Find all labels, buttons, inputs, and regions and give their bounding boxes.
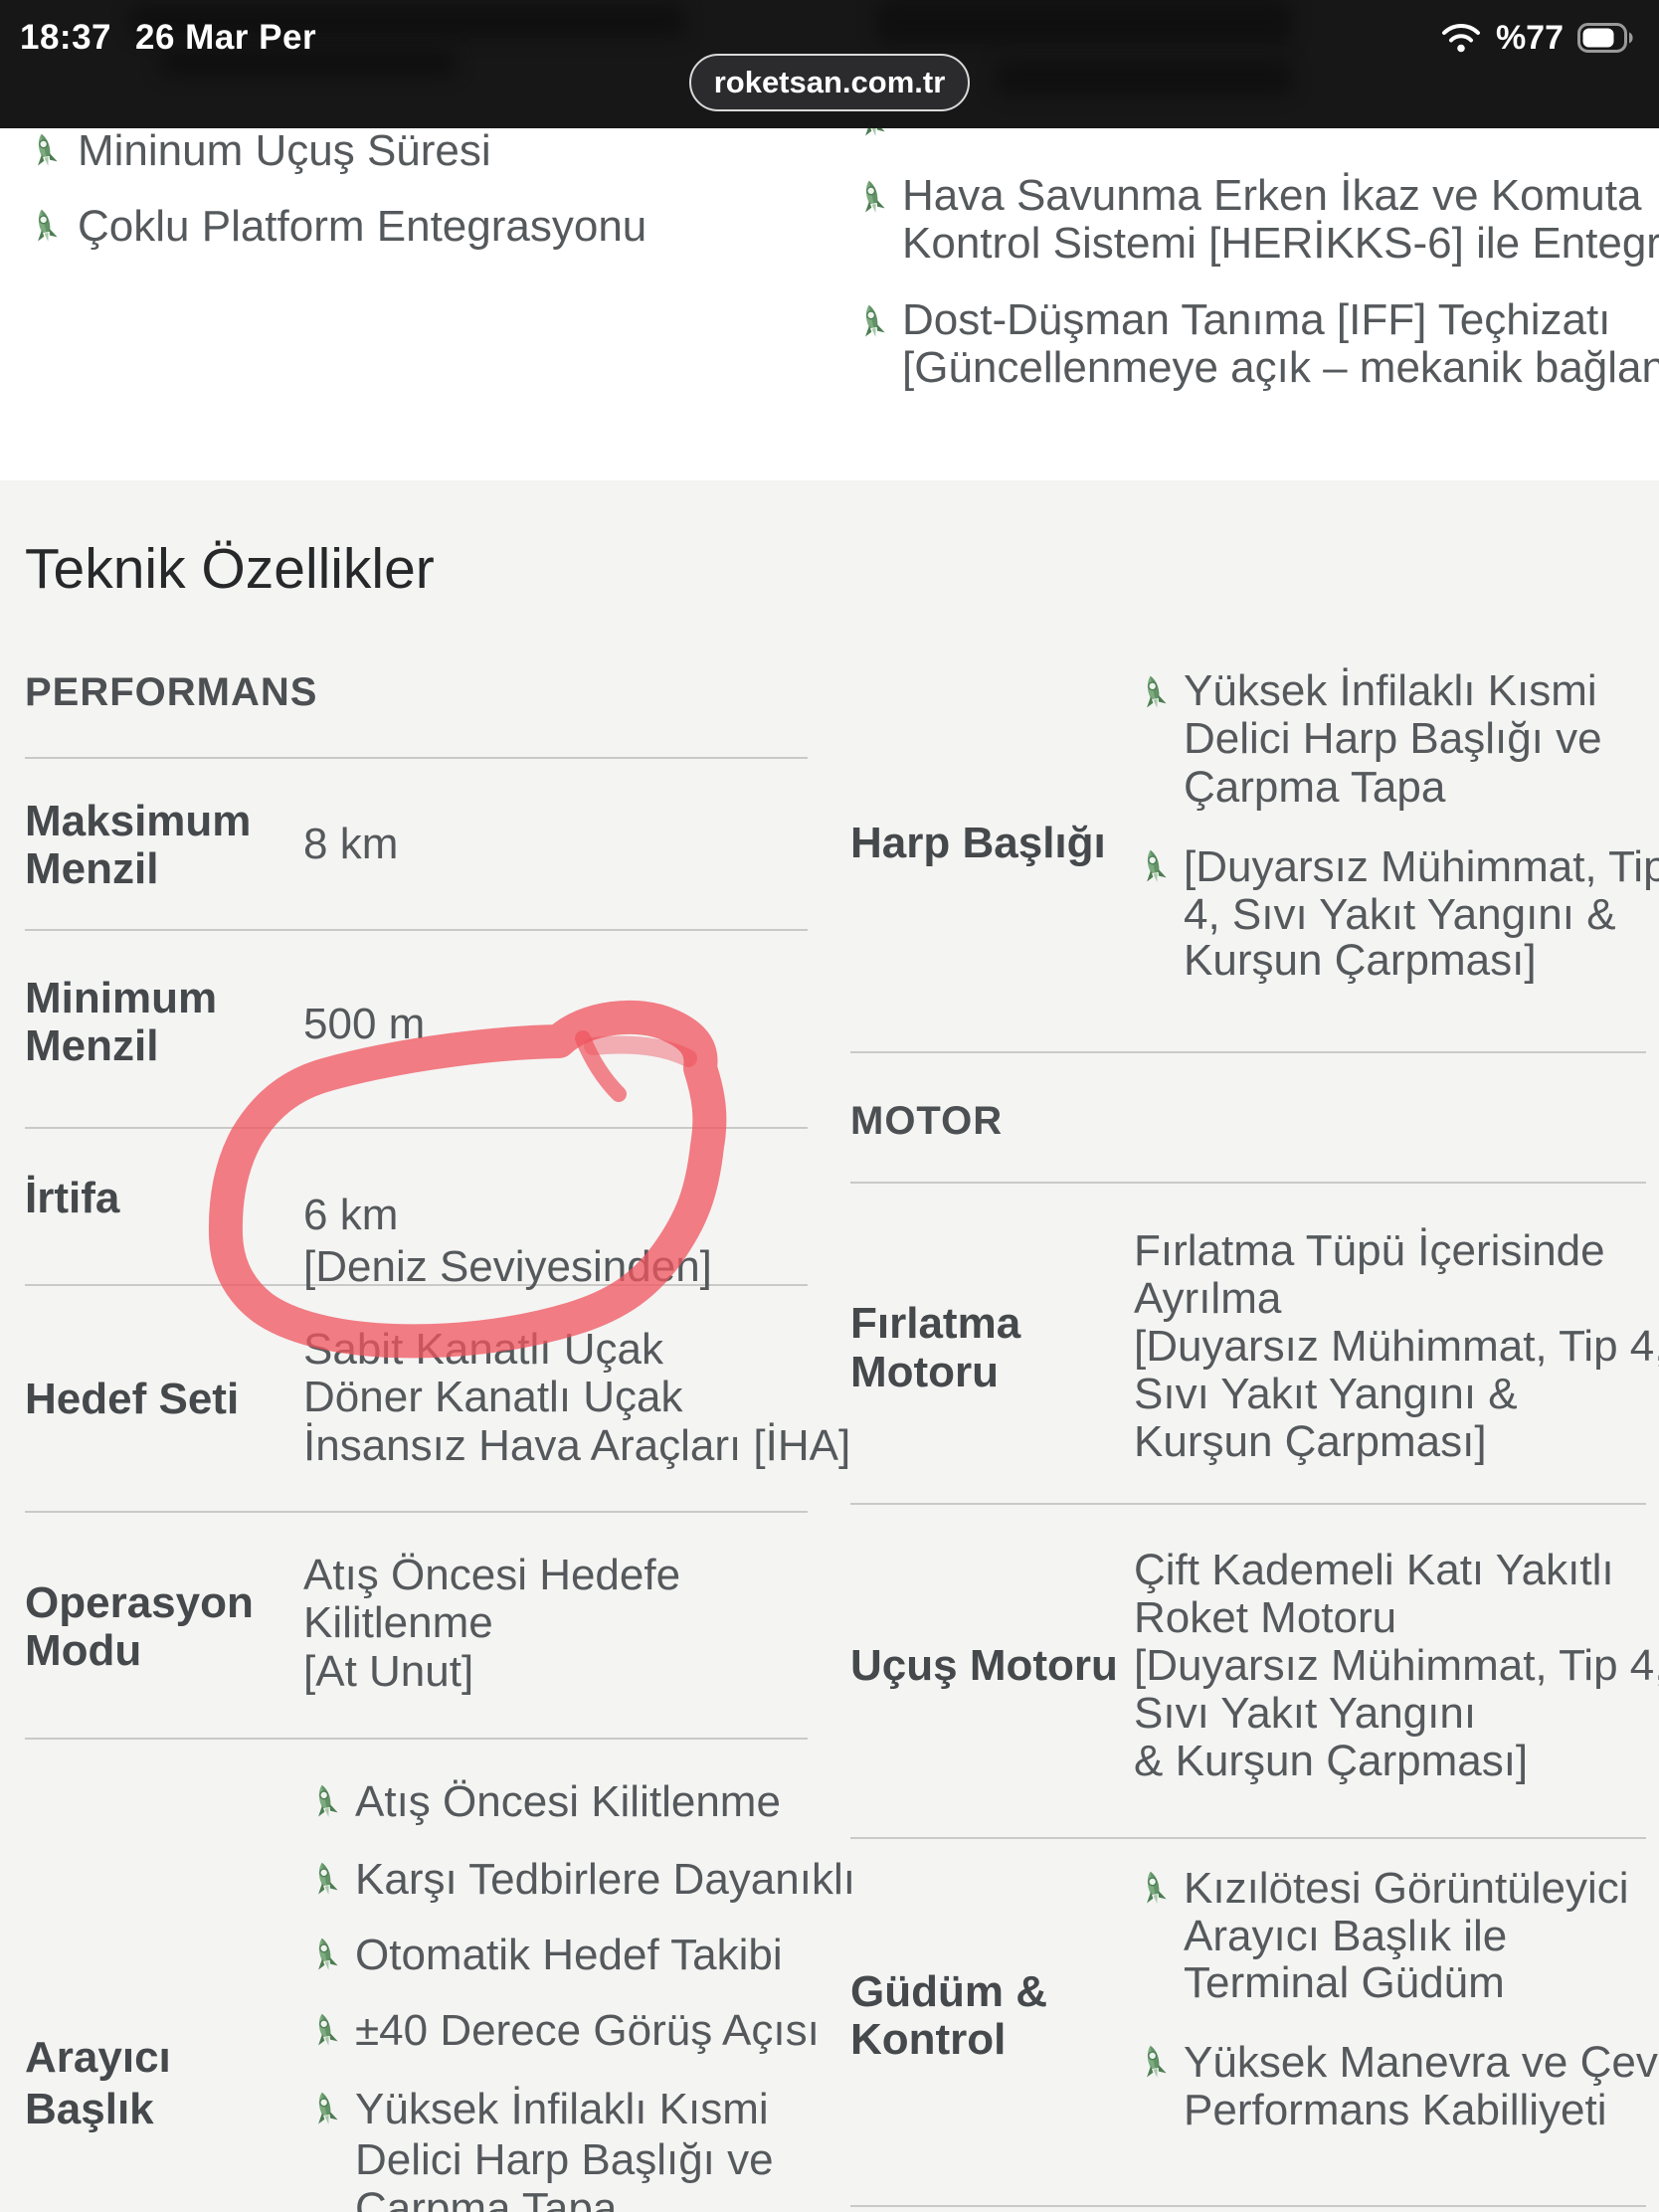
spec-label: Arayıcı [25, 2034, 171, 2082]
spec-value: [Deniz Seviyesinden] [303, 1243, 712, 1291]
divider [850, 1837, 1646, 1839]
spec-value: 8 km [303, 821, 398, 868]
spec-label: Kontrol [850, 2016, 1006, 2064]
wifi-icon [1440, 22, 1482, 54]
spec-value: Kurşun Çarpması] [1134, 1418, 1487, 1466]
spec-value: Döner Kanatlı Uçak [303, 1374, 683, 1421]
rocket-icon [30, 205, 60, 247]
spec-bullet: ±40 Derece Görüş Açısı [355, 2007, 820, 2055]
spec-label: Operasyon [25, 1579, 254, 1627]
spec-bullet-line: Yüksek İnfilaklı Kısmi [355, 2086, 769, 2133]
spec-value: [Duyarsız Mühimmat, Tip 4, [1134, 1642, 1659, 1690]
rocket-icon [1139, 1867, 1169, 1909]
feature-item-line: Kontrol Sistemi [HERİKKS-6] ile Entegre [902, 220, 1659, 268]
spec-value: [Duyarsız Mühimmat, Tip 4, [1134, 1323, 1659, 1371]
feature-item-line: Dost-Düşman Tanıma [IFF] Teçhizatı [902, 296, 1610, 344]
rocket-icon [310, 2088, 340, 2129]
divider [850, 2205, 1646, 2207]
spec-value: Çift Kademeli Katı Yakıtlı [1134, 1547, 1614, 1594]
spec-bullet-line: 4, Sıvı Yakıt Yangını & [1184, 891, 1616, 939]
divider [25, 929, 808, 931]
time-text: 18:37 [20, 18, 111, 57]
spec-bullet-line: Delici Harp Başlığı ve [1184, 715, 1602, 763]
rocket-icon [1139, 671, 1169, 713]
spec-bullet-line: Delici Harp Başlığı ve [355, 2136, 774, 2184]
rocket-icon [857, 300, 887, 342]
rocket-icon [310, 1934, 340, 1975]
divider [850, 1182, 1646, 1184]
spec-label: Menzil [25, 845, 158, 893]
spec-value: Sıvı Yakıt Yangını & [1134, 1371, 1518, 1418]
spec-value: 500 m [303, 1001, 425, 1048]
spec-label: Harp Başlığı [850, 820, 1106, 867]
spec-label: Minimum [25, 975, 217, 1022]
spec-bullet-line: Kızılötesi Görüntüleyici [1184, 1865, 1629, 1913]
spec-value: 6 km [303, 1192, 398, 1239]
spec-label: Maksimum [25, 798, 251, 845]
spec-label: Motoru [850, 1349, 999, 1396]
spec-label: Modu [25, 1627, 141, 1675]
rocket-icon [310, 1858, 340, 1900]
spec-label: İrtifa [25, 1175, 119, 1222]
spec-label: Güdüm & [850, 1968, 1047, 2016]
spec-value: & Kurşun Çarpması] [1134, 1738, 1528, 1785]
spec-value: [At Unut] [303, 1648, 473, 1696]
feature-item-line: [Güncellenmeye açık – mekanik bağlantı] [902, 344, 1659, 392]
motor-section-header: MOTOR [850, 1098, 1003, 1144]
spec-value: Roket Motoru [1134, 1594, 1396, 1642]
divider [850, 1051, 1646, 1053]
spec-value: İnsansız Hava Araçları [İHA] [303, 1422, 850, 1470]
spec-value: Sıvı Yakıt Yangını [1134, 1690, 1476, 1738]
scrolled-content-smudge [995, 60, 1293, 95]
feature-item: Çoklu Platform Entegrasyonu [78, 203, 646, 251]
performance-section-header: PERFORMANS [25, 669, 317, 715]
url-bar[interactable]: roketsan.com.tr [689, 54, 970, 111]
spec-label: Uçuş Motoru [850, 1642, 1118, 1690]
divider [25, 757, 808, 759]
spec-bullet-line: Terminal Güdüm [1184, 1959, 1505, 2007]
spec-bullet-line: Performans Kabilliyeti [1184, 2087, 1607, 2134]
spec-bullet-line: [Duyarsız Mühimmat, Tip [1184, 843, 1659, 891]
spec-value: Fırlatma Tüpü İçerisinde [1134, 1227, 1605, 1275]
divider [25, 1738, 808, 1740]
date-text: 26 Mar Per [135, 18, 316, 57]
clock: 18:37 26 Mar Per [20, 18, 316, 58]
spec-bullet-line: Kurşun Çarpması] [1184, 937, 1537, 985]
spec-value: Sabit Kanatlı Uçak [303, 1326, 663, 1374]
divider [850, 1503, 1646, 1505]
spec-value: Kilitlenme [303, 1599, 493, 1647]
spec-bullet-line: Çarpma Tapa [1184, 764, 1445, 812]
spec-label: Başlık [25, 2086, 154, 2133]
status-bar: 18:37 26 Mar Per roketsan.com.tr %77 [0, 0, 1659, 128]
rocket-icon [310, 1780, 340, 1822]
spec-value: Atış Öncesi Hedefe [303, 1552, 680, 1599]
rocket-icon [310, 2009, 340, 2051]
feature-item-line: Hava Savunma Erken İkaz ve Komuta [902, 172, 1641, 220]
battery-percent: %77 [1496, 19, 1564, 58]
divider [25, 1511, 808, 1513]
battery-icon [1577, 23, 1635, 53]
spec-value: Ayrılma [1134, 1275, 1281, 1323]
spec-bullet-line: Arayıcı Başlık ile [1184, 1913, 1507, 1960]
spec-bullet: Atış Öncesi Kilitlenme [355, 1778, 781, 1826]
spec-bullet: Otomatik Hedef Takibi [355, 1932, 783, 1979]
divider [25, 1127, 808, 1129]
url-text: roketsan.com.tr [714, 65, 946, 100]
rocket-icon [1139, 845, 1169, 887]
safari-page: Mininum Uçuş Süresi Çoklu Platform Enteg… [0, 0, 1659, 2212]
spec-bullet: Karşı Tedbirlere Dayanıklı [355, 1856, 855, 1904]
spec-label: Menzil [25, 1022, 158, 1070]
feature-item: Mininum Uçuş Süresi [78, 127, 491, 175]
spec-bullet-line: Çarpma Tapa [355, 2185, 617, 2212]
rocket-icon [1139, 2041, 1169, 2083]
rocket-icon [30, 129, 60, 171]
page-title: Teknik Özellikler [25, 537, 435, 601]
scrolled-content-smudge [875, 0, 1293, 44]
rocket-icon [857, 176, 887, 218]
spec-bullet-line: Yüksek Manevra ve Çevik [1184, 2039, 1659, 2087]
spec-label: Hedef Seti [25, 1376, 239, 1423]
spec-label: Fırlatma [850, 1300, 1020, 1348]
spec-bullet-line: Yüksek İnfilaklı Kısmi [1184, 667, 1597, 715]
status-icons: %77 [1440, 18, 1635, 58]
